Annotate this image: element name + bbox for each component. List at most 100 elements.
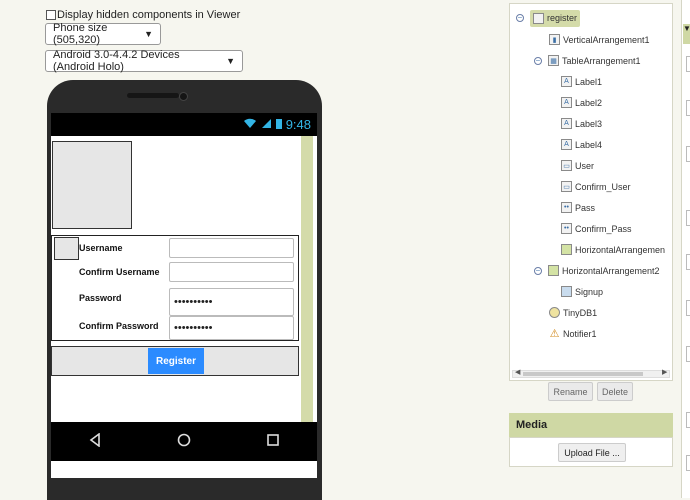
tree-item-label: Label4 xyxy=(575,139,603,150)
password-input[interactable]: •••••••••• xyxy=(169,288,294,316)
hidden-components-toggle[interactable]: Display hidden components in Viewer xyxy=(46,9,240,21)
screen-icon xyxy=(533,12,544,24)
label-confirm-username: Confirm Username xyxy=(79,267,160,277)
property-field[interactable] xyxy=(686,56,690,72)
table-arrangement-icon: ▦ xyxy=(548,55,559,66)
tree-item-label: register xyxy=(547,13,578,23)
tree-item-label1[interactable]: A Label1 xyxy=(516,71,665,92)
tree-item-tinydb1[interactable]: TinyDB1 xyxy=(516,302,665,323)
phone-size-value: Phone size (505,320) xyxy=(53,22,108,46)
tree-item-confirm-user[interactable]: ▭ Confirm_User xyxy=(516,176,665,197)
back-icon[interactable] xyxy=(88,432,102,450)
tree-item-tablearrangement1[interactable]: – ▦ TableArrangement1 xyxy=(516,50,665,71)
button-icon xyxy=(561,286,572,297)
chevron-down-icon: ▼ xyxy=(144,29,153,39)
signal-icon xyxy=(261,117,272,132)
horizontal-arrangement[interactable]: Register xyxy=(51,346,299,376)
password-icon: •• xyxy=(561,202,572,213)
media-header: Media xyxy=(509,413,673,437)
tree-item-notifier1[interactable]: ⚠ Notifier1 xyxy=(516,323,665,344)
tree-item-label: Confirm_User xyxy=(575,181,631,192)
collapse-icon[interactable]: – xyxy=(534,56,542,65)
label-icon: A xyxy=(561,76,572,87)
tree-item-label: TableArrangement1 xyxy=(562,55,641,66)
property-field[interactable] xyxy=(686,254,690,270)
collapse-icon[interactable]: – xyxy=(516,14,524,22)
property-field[interactable] xyxy=(686,346,690,362)
delete-button[interactable]: Delete xyxy=(597,382,633,401)
confirm-username-input[interactable] xyxy=(169,262,294,282)
register-button[interactable]: Register xyxy=(148,348,204,374)
tree-horizontal-scrollbar[interactable]: ◀ ▶ xyxy=(512,368,670,378)
screen-scrollbar[interactable] xyxy=(301,136,313,422)
scroll-thumb[interactable] xyxy=(523,372,643,376)
theme-select[interactable]: Android 3.0-4.4.2 Devices (Android Holo)… xyxy=(45,49,243,73)
database-icon xyxy=(549,307,560,318)
tree-item-label: HorizontalArrangemen xyxy=(575,244,666,255)
tree-list: – register ▮ VerticalArrangement1 – ▦ Ta… xyxy=(516,7,665,344)
phone-screen: 9:48 Username Confirm Username Password … xyxy=(51,113,317,478)
hidden-components-checkbox[interactable] xyxy=(46,10,56,20)
properties-header: ▼ xyxy=(683,24,690,44)
tree-item-label: User xyxy=(575,160,595,171)
phone-speaker xyxy=(127,93,179,98)
tree-item-confirm-pass[interactable]: •• Confirm_Pass xyxy=(516,218,665,239)
upload-file-button[interactable]: Upload File ... xyxy=(558,443,626,462)
components-panel: – register ▮ VerticalArrangement1 – ▦ Ta… xyxy=(509,3,673,381)
property-field[interactable] xyxy=(686,455,690,471)
warning-icon: ⚠ xyxy=(549,328,560,340)
phone-size-select[interactable]: Phone size (505,320) ▼ xyxy=(45,22,161,46)
tree-item-label: Pass xyxy=(575,202,596,213)
tree-item-signup[interactable]: Signup xyxy=(516,281,665,302)
label-icon: A xyxy=(561,118,572,129)
property-field[interactable] xyxy=(686,210,690,226)
confirm-password-input[interactable]: •••••••••• xyxy=(169,316,294,340)
chevron-down-icon: ▼ xyxy=(226,56,235,66)
scroll-left-icon[interactable]: ◀ xyxy=(515,368,520,376)
table-cell-placeholder[interactable] xyxy=(54,237,79,260)
confirm-password-value: •••••••••• xyxy=(174,322,213,334)
table-arrangement[interactable]: Username Confirm Username Password Confi… xyxy=(51,235,299,341)
horizontal-arrangement-icon xyxy=(561,244,572,255)
image-placeholder[interactable] xyxy=(52,141,132,229)
tree-item-label: Label2 xyxy=(575,97,603,108)
tree-item-label: Notifier1 xyxy=(563,328,597,339)
horizontal-arrangement-icon xyxy=(548,265,559,276)
battery-icon xyxy=(275,117,282,132)
property-field[interactable] xyxy=(686,412,690,428)
textbox-icon: ▭ xyxy=(561,181,572,192)
tree-item-label: Label1 xyxy=(575,76,603,87)
phone-camera xyxy=(179,92,188,101)
recents-icon[interactable] xyxy=(266,433,280,450)
app-screen: Username Confirm Username Password Confi… xyxy=(51,136,317,422)
hidden-components-label: Display hidden components in Viewer xyxy=(57,9,241,21)
tree-item-pass[interactable]: •• Pass xyxy=(516,197,665,218)
collapse-icon[interactable]: – xyxy=(534,266,542,275)
textbox-icon: ▭ xyxy=(561,160,572,171)
tree-item-label: TinyDB1 xyxy=(563,307,598,318)
tree-item-label: Signup xyxy=(575,286,604,297)
tree-item-label: VerticalArrangement1 xyxy=(563,34,650,45)
rename-button[interactable]: Rename xyxy=(548,382,593,401)
tree-item-user[interactable]: ▭ User xyxy=(516,155,665,176)
tree-item-horizontalarrangement[interactable]: HorizontalArrangemen xyxy=(516,239,665,260)
tree-item-label2[interactable]: A Label2 xyxy=(516,92,665,113)
tree-item-label: Label3 xyxy=(575,118,603,129)
username-input[interactable] xyxy=(169,238,294,258)
tree-item-verticalarrangement1[interactable]: ▮ VerticalArrangement1 xyxy=(516,29,665,50)
tree-item-register[interactable]: – register xyxy=(516,7,665,29)
vertical-arrangement-icon: ▮ xyxy=(549,34,560,45)
scroll-right-icon[interactable]: ▶ xyxy=(662,368,667,376)
property-field[interactable] xyxy=(686,146,690,162)
tree-item-horizontalarrangement2[interactable]: – HorizontalArrangement2 xyxy=(516,260,665,281)
property-field[interactable] xyxy=(686,100,690,116)
tree-item-label: Confirm_Pass xyxy=(575,223,632,234)
label-icon: A xyxy=(561,139,572,150)
nav-bar xyxy=(51,422,317,461)
tree-item-label4[interactable]: A Label4 xyxy=(516,134,665,155)
home-icon[interactable] xyxy=(177,433,191,450)
phone-mockup: 9:48 Username Confirm Username Password … xyxy=(47,80,322,500)
property-field[interactable] xyxy=(686,300,690,316)
tree-item-label3[interactable]: A Label3 xyxy=(516,113,665,134)
tree-item-label: HorizontalArrangement2 xyxy=(562,265,660,276)
